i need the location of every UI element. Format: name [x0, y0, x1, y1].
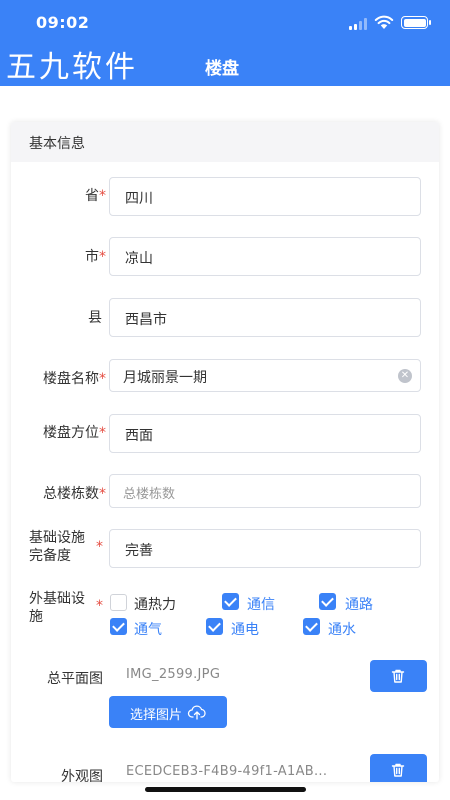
- delete-exterior-button[interactable]: [370, 754, 427, 782]
- home-indicator[interactable]: [145, 787, 306, 792]
- checkbox-telecom[interactable]: [222, 593, 239, 610]
- option-road-label[interactable]: 通路: [345, 594, 373, 614]
- estate-name-input[interactable]: 月城丽景一期 ✕: [109, 359, 421, 392]
- option-telecom-label[interactable]: 通信: [247, 594, 275, 614]
- infra-completeness-label: 基础设施 完备度: [29, 530, 85, 564]
- checkbox-heat[interactable]: [110, 594, 127, 611]
- option-heat-label[interactable]: 通热力: [134, 594, 176, 614]
- section-title: 基本信息: [29, 136, 85, 152]
- exterior-label: 外观图: [61, 769, 103, 782]
- trash-icon: [391, 669, 405, 683]
- checkbox-water[interactable]: [303, 618, 320, 635]
- nav-bar: 五九软件 楼盘: [0, 44, 450, 86]
- province-input[interactable]: 四川: [109, 177, 421, 216]
- county-input[interactable]: 西昌市: [109, 298, 421, 337]
- checkbox-road[interactable]: [319, 593, 336, 610]
- signal-icon: [349, 18, 369, 30]
- form-card: 基本信息 省* 四川 市* 凉山 县 西昌市 楼盘名称* 月城丽景一期 ✕ 楼盘…: [11, 122, 439, 782]
- required-mark: *: [96, 598, 103, 614]
- estate-direction-label: 楼盘方位*: [43, 425, 106, 441]
- site-plan-filename: IMG_2599.JPG: [126, 667, 221, 682]
- page-title: 楼盘: [205, 59, 239, 79]
- site-plan-label: 总平面图: [47, 671, 103, 687]
- option-gas-label[interactable]: 通气: [134, 619, 162, 639]
- option-water-label[interactable]: 通水: [328, 619, 356, 639]
- infra-completeness-input[interactable]: 完善: [109, 529, 421, 568]
- city-label: 市*: [85, 249, 106, 265]
- county-label: 县: [88, 310, 102, 326]
- required-mark: *: [96, 539, 103, 555]
- province-label: 省*: [85, 188, 106, 204]
- trash-icon: [391, 763, 405, 777]
- battery-icon: [401, 16, 431, 29]
- exterior-filename: ECEDCEB3-F4B9-49f1-A1AB...: [126, 764, 328, 779]
- brand-logo-text: 五九软件: [6, 50, 138, 85]
- external-infra-label: 外基础设 施: [29, 591, 85, 625]
- estate-direction-input[interactable]: 西面: [109, 414, 421, 453]
- section-header: 基本信息: [11, 122, 439, 162]
- total-buildings-input[interactable]: 总楼栋数: [109, 474, 421, 508]
- city-input[interactable]: 凉山: [109, 237, 421, 276]
- checkbox-gas[interactable]: [110, 618, 127, 635]
- status-bar: 09:02: [0, 0, 450, 44]
- cloud-upload-icon: [187, 705, 206, 720]
- wifi-icon: [374, 15, 394, 29]
- select-image-button[interactable]: 选择图片: [109, 696, 227, 728]
- delete-site-plan-button[interactable]: [370, 660, 427, 692]
- clear-icon[interactable]: ✕: [398, 369, 412, 383]
- checkbox-electric[interactable]: [206, 618, 223, 635]
- option-electric-label[interactable]: 通电: [231, 619, 259, 639]
- status-time: 09:02: [36, 13, 90, 32]
- estate-name-label: 楼盘名称*: [43, 371, 106, 387]
- total-buildings-label: 总楼栋数*: [43, 486, 106, 502]
